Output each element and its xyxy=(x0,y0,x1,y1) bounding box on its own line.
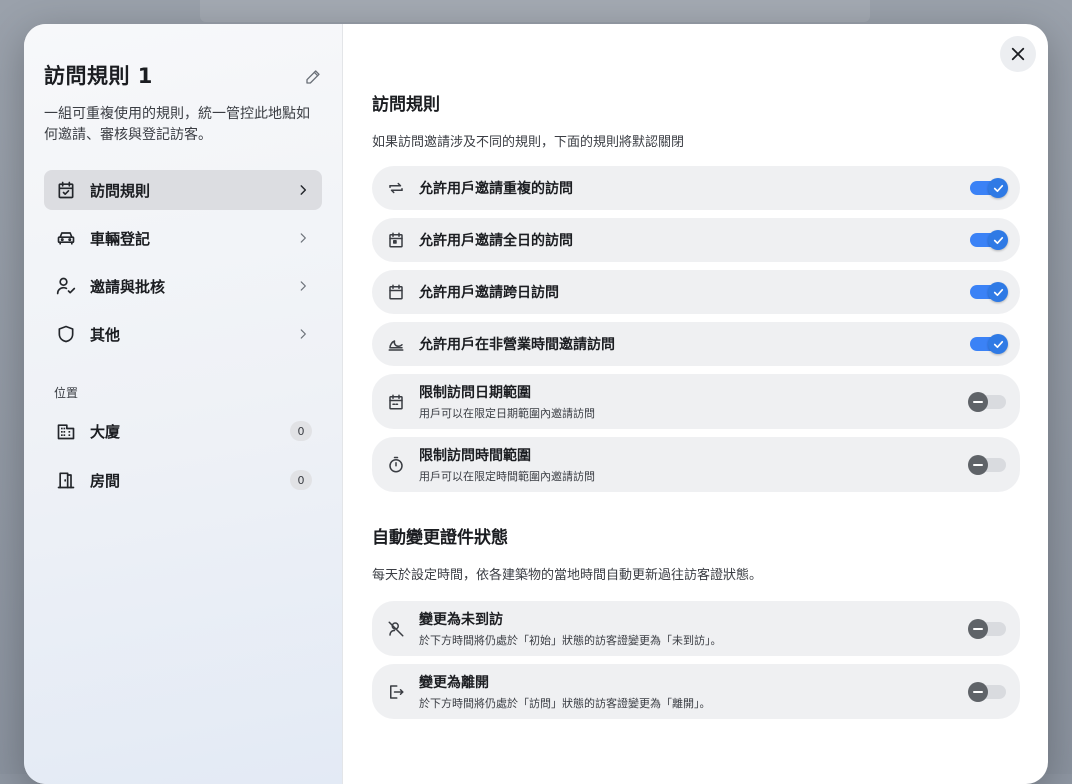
rule-allow-multi-day-visits: 允許用戶邀請跨日訪問 xyxy=(372,270,1020,314)
visit-rules-dialog: 訪問規則 1 一組可重複使用的規則，統一管控此地點如何邀請、審核與登記訪客。 訪… xyxy=(24,24,1048,784)
sidebar: 訪問規則 1 一組可重複使用的規則，統一管控此地點如何邀請、審核與登記訪客。 訪… xyxy=(24,24,343,784)
location-count-badge: 0 xyxy=(290,421,312,441)
shield-icon xyxy=(58,325,74,343)
toggle-knob xyxy=(968,391,988,412)
location-item-room[interactable]: 房間 0 xyxy=(44,460,322,500)
rule-allow-after-hours-visits: 允許用戶在非營業時間邀請訪問 xyxy=(372,322,1020,366)
dialog-description: 一組可重複使用的規則，統一管控此地點如何邀請、審核與登記訪客。 xyxy=(44,106,310,143)
calendar-check-icon xyxy=(58,181,74,199)
rule-description: 用戶可以在限定時間範圍內邀請訪問 xyxy=(419,470,595,483)
close-button[interactable] xyxy=(1000,36,1036,72)
rule-change-to-no-show: 變更為未到訪 於下方時間將仍處於「初始」狀態的訪客證變更為「未到訪」。 xyxy=(372,601,1020,656)
sidebar-item-vehicle-registration[interactable]: 車輛登記 xyxy=(44,218,322,258)
toggle-knob xyxy=(968,618,988,639)
rule-toggle[interactable] xyxy=(968,391,1006,412)
user-off-icon xyxy=(388,621,404,636)
rule-description: 於下方時間將仍處於「初始」狀態的訪客證變更為「未到訪」。 xyxy=(419,634,722,647)
sidebar-item-visit-rules[interactable]: 訪問規則 xyxy=(44,170,322,210)
sidebar-item-label: 訪問規則 xyxy=(90,181,151,200)
door-icon xyxy=(57,472,75,489)
locations-section-label: 位置 xyxy=(54,386,79,400)
rule-toggle[interactable] xyxy=(970,334,1008,354)
pencil-icon[interactable] xyxy=(305,69,321,85)
rule-toggle[interactable] xyxy=(970,230,1008,250)
toggle-knob xyxy=(988,282,1008,302)
check-icon xyxy=(993,184,1003,192)
rule-description: 用戶可以在限定日期範圍內邀請訪問 xyxy=(419,407,595,420)
rule-label: 變更為未到訪 xyxy=(419,612,503,628)
toggle-knob xyxy=(968,681,988,702)
user-check-icon xyxy=(56,277,76,295)
rule-description: 於下方時間將仍處於「訪問」狀態的訪客證變更為「離開」。 xyxy=(419,697,711,710)
location-count-badge: 0 xyxy=(290,470,312,490)
dialog-title: 訪問規則 1 xyxy=(44,64,153,88)
sidebar-item-invite-approval[interactable]: 邀請與批核 xyxy=(44,266,322,306)
timer-icon xyxy=(389,456,403,472)
background-header xyxy=(200,0,870,22)
toggle-knob xyxy=(988,178,1008,198)
calendar-day-icon xyxy=(389,232,403,248)
rule-toggle[interactable] xyxy=(968,681,1006,702)
repeat-icon xyxy=(389,182,403,194)
calendar-icon xyxy=(389,284,403,300)
chevron-right-icon xyxy=(300,281,306,291)
toggle-knob xyxy=(968,454,988,475)
rule-allow-recurring-visits: 允許用戶邀請重複的訪問 xyxy=(372,166,1020,210)
minus-icon xyxy=(973,400,983,403)
car-icon xyxy=(57,232,75,245)
logout-icon xyxy=(390,684,404,699)
rule-label: 允許用戶邀請全日的訪問 xyxy=(419,233,573,249)
moon-icon xyxy=(388,340,404,351)
visit-rules-list: 允許用戶邀請重複的訪問 允許用戶邀請全日的訪問 允許用戶邀請跨日訪問 允許用戶在… xyxy=(372,166,1020,492)
building-icon xyxy=(57,424,75,440)
visit-rules-section-title: 訪問規則 xyxy=(372,95,440,115)
location-label: 大廈 xyxy=(90,422,121,441)
rule-toggle[interactable] xyxy=(970,282,1008,302)
main-panel: 訪問規則 如果訪問邀請涉及不同的規則，下面的規則將默認關閉 允許用戶邀請重複的訪… xyxy=(343,24,1048,784)
sidebar-item-other[interactable]: 其他 xyxy=(44,314,322,354)
chevron-right-icon xyxy=(300,329,306,339)
rule-toggle[interactable] xyxy=(968,454,1006,475)
auto-status-section-description: 每天於設定時間，依各建築物的當地時間自動更新過往訪客證狀態。 xyxy=(372,568,763,583)
rule-label: 允許用戶邀請跨日訪問 xyxy=(419,285,559,301)
auto-status-section-title: 自動變更證件狀態 xyxy=(372,528,508,548)
rule-change-to-left: 變更為離開 於下方時間將仍處於「訪問」狀態的訪客證變更為「離開」。 xyxy=(372,664,1020,719)
check-icon xyxy=(993,236,1003,244)
rule-toggle[interactable] xyxy=(968,618,1006,639)
check-icon xyxy=(993,288,1003,296)
location-label: 房間 xyxy=(90,471,121,490)
toggle-knob xyxy=(988,230,1008,250)
rule-toggle[interactable] xyxy=(970,178,1008,198)
rule-label: 允許用戶邀請重複的訪問 xyxy=(419,181,573,197)
sidebar-item-label: 其他 xyxy=(90,325,121,344)
calendar-range-icon xyxy=(389,394,403,409)
rule-label: 限制訪問時間範圍 xyxy=(419,448,531,464)
sidebar-item-label: 邀請與批核 xyxy=(90,277,166,296)
minus-icon xyxy=(973,690,983,693)
minus-icon xyxy=(973,463,983,466)
visit-rules-section-description: 如果訪問邀請涉及不同的規則，下面的規則將默認關閉 xyxy=(372,135,685,150)
sidebar-nav: 訪問規則 車輛登記 邀請與批核 其他 xyxy=(44,170,322,354)
auto-status-list: 變更為未到訪 於下方時間將仍處於「初始」狀態的訪客證變更為「未到訪」。 變更為離… xyxy=(372,601,1020,719)
toggle-knob xyxy=(988,334,1008,354)
rule-allow-all-day-visits: 允許用戶邀請全日的訪問 xyxy=(372,218,1020,262)
check-icon xyxy=(993,340,1003,348)
rule-label: 限制訪問日期範圍 xyxy=(419,385,531,401)
chevron-right-icon xyxy=(300,233,306,243)
rule-limit-time-range: 限制訪問時間範圍 用戶可以在限定時間範圍內邀請訪問 xyxy=(372,437,1020,492)
rule-limit-date-range: 限制訪問日期範圍 用戶可以在限定日期範圍內邀請訪問 xyxy=(372,374,1020,429)
close-icon xyxy=(1011,47,1025,61)
rule-label: 變更為離開 xyxy=(419,675,489,691)
minus-icon xyxy=(973,627,983,630)
sidebar-item-label: 車輛登記 xyxy=(90,229,151,248)
location-item-building[interactable]: 大廈 0 xyxy=(44,411,322,451)
chevron-right-icon xyxy=(300,185,307,195)
rule-label: 允許用戶在非營業時間邀請訪問 xyxy=(419,337,615,353)
